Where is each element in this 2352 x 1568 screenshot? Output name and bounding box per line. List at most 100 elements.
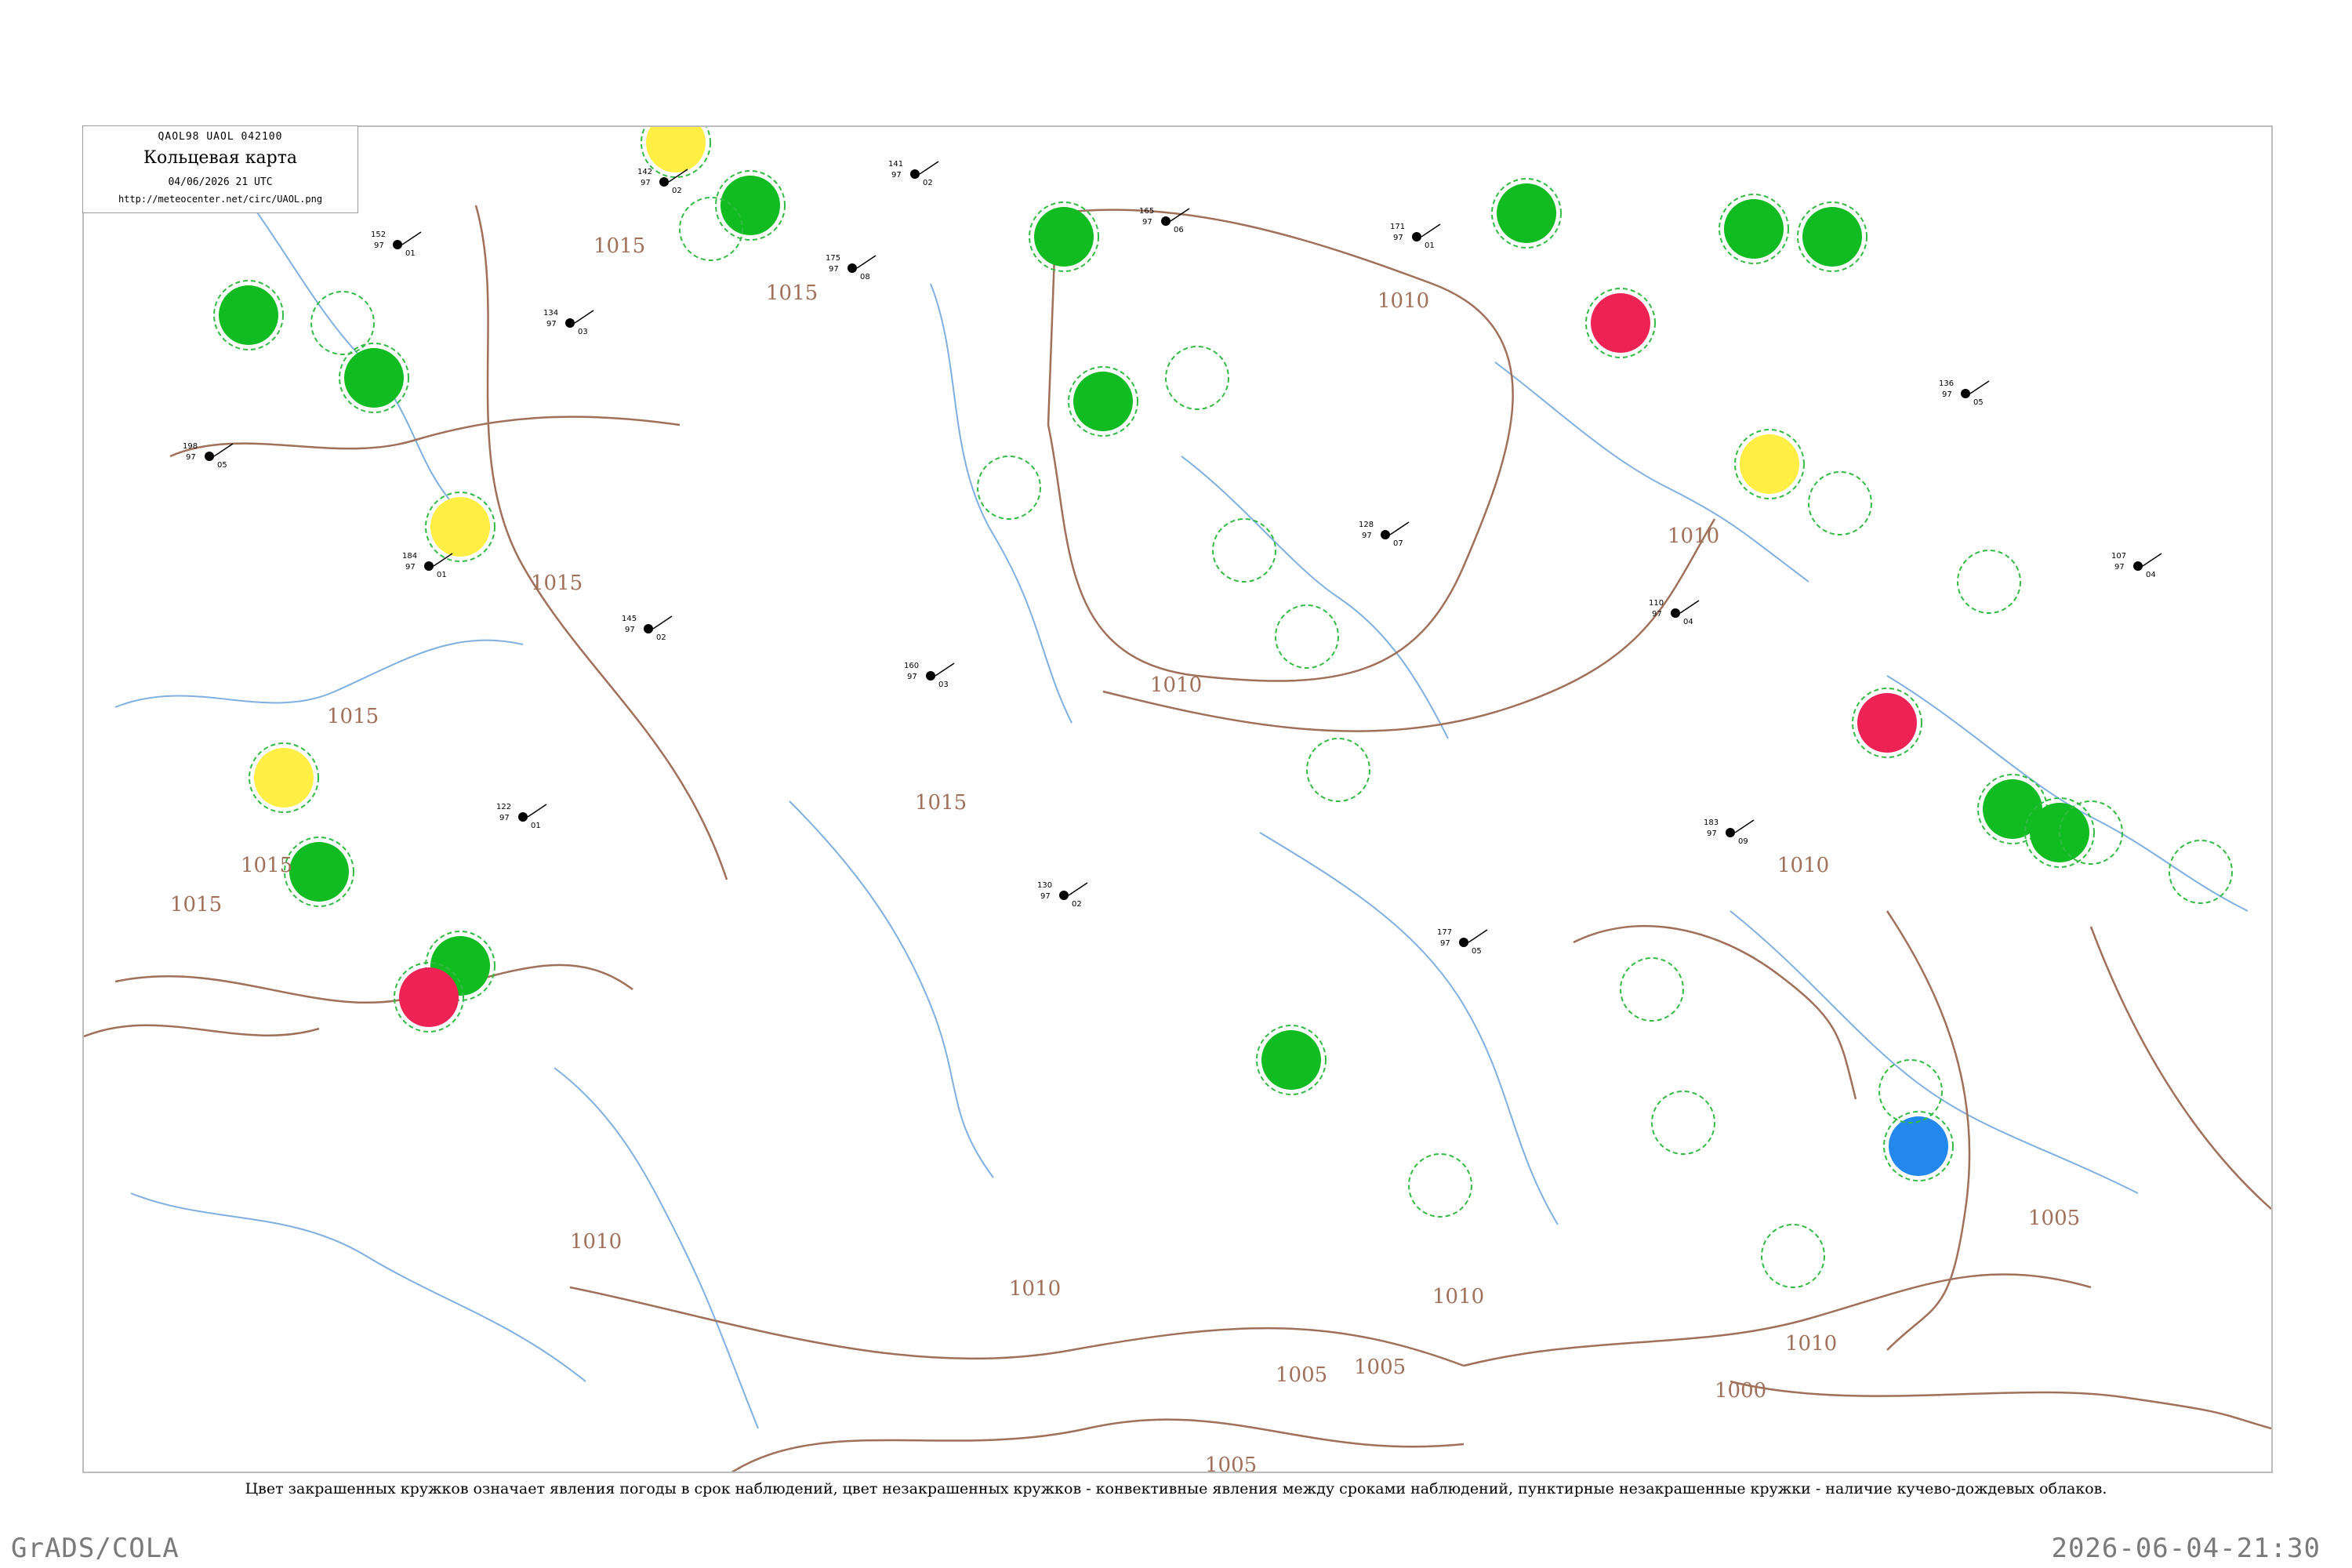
station-tendency: 06 <box>1174 226 1184 234</box>
isobar-label: 1005 <box>1205 1454 1257 1472</box>
wind-barb-icon <box>1389 521 1410 535</box>
station-pressure: 177 <box>1437 928 1452 937</box>
isobar-label: 1005 <box>1276 1363 1327 1387</box>
station-temp: 97 <box>1393 234 1403 242</box>
isobar-label: 1010 <box>570 1230 622 1254</box>
wind-barb-icon <box>1679 600 1700 614</box>
station-tendency: 04 <box>1683 618 1693 626</box>
haze-circle <box>430 497 490 557</box>
cloud-cover-icon <box>644 624 653 633</box>
station-plot[interactable]: 152 97 01 <box>371 230 422 258</box>
thunder-circle <box>1857 693 1917 753</box>
station-pressure: 134 <box>543 309 558 318</box>
station-tendency: 08 <box>860 273 870 281</box>
station-temp: 97 <box>1942 390 1952 399</box>
map-header: QAOL98 UAOL 042100 Кольцевая карта 04/06… <box>82 125 358 213</box>
cloud-cover-icon <box>910 169 920 179</box>
station-plot[interactable]: 122 97 01 <box>496 803 547 830</box>
station-plot[interactable]: 107 97 04 <box>2111 552 2162 579</box>
wind-barb-icon <box>1068 882 1088 896</box>
station-plot[interactable]: 145 97 02 <box>622 615 673 642</box>
station-plot[interactable]: 183 97 09 <box>1704 818 1755 846</box>
station-temp: 97 <box>1707 829 1717 838</box>
station-plot[interactable]: 136 97 05 <box>1939 379 1990 407</box>
station-plot[interactable]: 130 97 02 <box>1037 881 1088 909</box>
station-temp: 97 <box>1142 218 1152 227</box>
precip-circle <box>1497 183 1556 243</box>
station-plot[interactable]: 184 97 01 <box>402 552 453 579</box>
station-plot[interactable]: 134 97 03 <box>543 309 594 336</box>
station-tendency: 05 <box>1973 398 1984 407</box>
station-pressure: 198 <box>183 442 198 451</box>
source-url[interactable]: http://meteocenter.net/circ/UAOL.png <box>83 194 358 205</box>
isobar-label: 1005 <box>1354 1356 1406 1379</box>
isobar-11 <box>84 1024 320 1038</box>
cb-ring-7 <box>1620 957 1684 1022</box>
cb-ring-3 <box>1165 346 1229 410</box>
station-temp: 97 <box>1652 610 1662 619</box>
station-plot[interactable]: 128 97 07 <box>1359 521 1410 548</box>
station-plot[interactable]: 177 97 05 <box>1437 928 1488 956</box>
isobar-label: 1010 <box>1377 289 1429 313</box>
cb-ring-13 <box>1761 1224 1825 1288</box>
haze-circle <box>646 127 706 172</box>
isobar-12 <box>1573 925 1857 1100</box>
station-plot[interactable]: 141 97 02 <box>888 160 939 187</box>
station-plot[interactable]: 165 97 06 <box>1139 207 1190 234</box>
station-pressure: 152 <box>371 230 386 239</box>
precip-circle <box>1034 207 1094 267</box>
synoptic-map: 1509706142970214197021529701134970317597… <box>84 127 2271 1472</box>
thunder-circle <box>399 967 459 1027</box>
cb-ring-5 <box>1275 604 1339 669</box>
cloud-cover-icon <box>1671 608 1680 618</box>
precip-circle <box>1073 372 1133 431</box>
map-frame: 1509706142970214197021529701134970317597… <box>82 125 2273 1473</box>
isobar-0 <box>169 416 681 458</box>
station-temp: 97 <box>1040 892 1051 901</box>
isobar-label: 1010 <box>1777 854 1829 877</box>
station-plot[interactable]: 171 97 01 <box>1390 223 1441 250</box>
isobar-1 <box>474 205 728 880</box>
isobar-label: 1000 <box>1715 1379 1766 1403</box>
river-1 <box>240 189 453 504</box>
station-temp: 97 <box>1362 532 1372 540</box>
cloud-cover-icon <box>1961 389 1970 398</box>
river-7 <box>1886 675 2249 912</box>
wind-barb-icon <box>652 615 673 630</box>
cb-ring-4 <box>1212 518 1276 583</box>
wind-barb-icon <box>2142 553 2162 567</box>
station-plot[interactable]: 160 97 03 <box>904 662 955 689</box>
station-plot[interactable]: 110 97 04 <box>1649 599 1700 626</box>
station-tendency: 02 <box>1072 900 1082 909</box>
wind-barb-icon <box>856 255 877 269</box>
station-temp: 97 <box>907 673 917 681</box>
cb-ring-12 <box>1651 1091 1715 1155</box>
precip-circle <box>289 842 349 902</box>
cloud-cover-icon <box>659 177 669 187</box>
station-tendency: 04 <box>2146 571 2156 579</box>
bulletin-code: QAOL98 UAOL 042100 <box>158 131 283 143</box>
isobar-label: 1015 <box>327 705 379 728</box>
station-pressure: 183 <box>1704 818 1719 827</box>
cloud-cover-icon <box>1412 232 1421 241</box>
station-pressure: 110 <box>1649 599 1664 608</box>
cloud-cover-icon <box>848 263 857 273</box>
isobar-label: 1010 <box>1785 1332 1837 1356</box>
isobar-label: 1015 <box>593 234 645 258</box>
thunder-circle <box>1591 293 1650 353</box>
legend-caption: Цвет закрашенных кружков означает явлени… <box>245 1480 2107 1497</box>
station-tendency: 03 <box>938 681 949 689</box>
station-tendency: 01 <box>405 249 416 258</box>
station-tendency: 02 <box>923 179 933 187</box>
station-tendency: 09 <box>1738 837 1748 846</box>
cloud-cover-icon <box>1059 891 1069 900</box>
station-temp: 97 <box>186 453 196 462</box>
isobar-2 <box>114 964 633 1004</box>
station-pressure: 165 <box>1139 207 1154 216</box>
station-temp: 97 <box>374 241 384 250</box>
station-temp: 97 <box>499 814 510 822</box>
river-8 <box>130 1192 586 1382</box>
station-plot[interactable]: 175 97 08 <box>826 254 877 281</box>
cb-ring-14 <box>1878 1059 1943 1123</box>
isobar-6 <box>1463 1273 2092 1367</box>
